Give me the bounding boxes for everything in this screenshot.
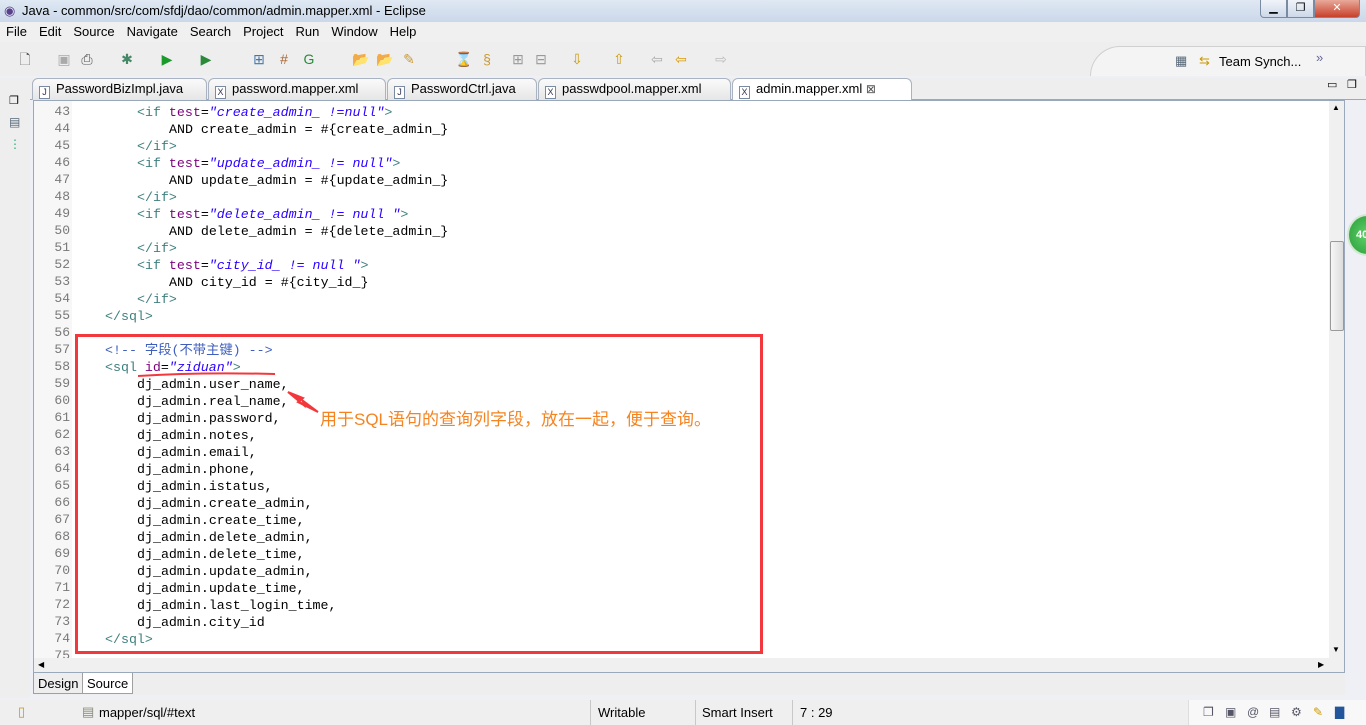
tab-design[interactable]: Design (33, 673, 84, 694)
line-number: 66 (54, 495, 70, 510)
close-button[interactable]: ✕ (1314, 0, 1360, 18)
line-number: 72 (54, 597, 70, 612)
scrollbar-thumb[interactable] (1330, 241, 1344, 331)
perspective-bar: ▦ ⇆ Team Synch... » (1090, 46, 1366, 76)
annotation-note: 用于SQL语句的查询列字段，放在一起，便于查询。 (320, 410, 712, 429)
file-icon: ▤ (82, 704, 95, 719)
line-number: 68 (54, 529, 70, 544)
line-number: 70 (54, 563, 70, 578)
cursor-position: 7 : 29 (800, 705, 833, 720)
close-tab-icon[interactable]: ⊠ (866, 82, 876, 96)
maximize-editor-icon[interactable]: ❐ (1347, 78, 1357, 91)
servers-icon[interactable]: ⚙ (1291, 705, 1302, 719)
xml-path: mapper/sql/#text (99, 705, 196, 720)
line-number: 71 (54, 580, 70, 595)
declaration-icon[interactable]: ▤ (1269, 705, 1280, 719)
tab-source[interactable]: Source (82, 673, 134, 694)
team-sync-icon: ⇆ (1199, 53, 1210, 68)
perspective-overflow[interactable]: » (1316, 50, 1323, 65)
underline-mark (137, 372, 276, 377)
javadoc-icon[interactable]: @ (1247, 705, 1259, 719)
write-mode: Writable (598, 705, 646, 720)
progress-badge[interactable]: 40 (1347, 214, 1366, 256)
scroll-right-icon[interactable]: ▶ (1318, 660, 1324, 669)
trim-icons: ❐ ▣ @ ▤ ⚙ ✎ ▇ (1188, 700, 1366, 725)
status-bar: ▯ ▤ mapper/sql/#text Writable Smart Inse… (0, 700, 1366, 725)
problems-icon[interactable]: ▣ (1225, 705, 1236, 719)
badge-text: 40 (1356, 229, 1366, 241)
annotation-marks (137, 372, 319, 413)
scroll-up-icon[interactable]: ▲ (1332, 103, 1340, 112)
vertical-scrollbar[interactable]: ▲ ▼ (1329, 101, 1344, 658)
arrow-icon (287, 391, 319, 413)
line-number: 65 (54, 478, 70, 493)
line-number: 67 (54, 512, 70, 527)
fast-view-icon[interactable]: ▯ (18, 704, 25, 720)
line-number: 64 (54, 461, 70, 476)
search-view-icon[interactable]: ✎ (1313, 705, 1323, 719)
scroll-down-icon[interactable]: ▼ (1332, 645, 1340, 654)
line-number: 74 (54, 631, 70, 646)
line-number: 73 (54, 614, 70, 629)
restore-button[interactable]: ❐ (1287, 0, 1314, 18)
horizontal-scrollbar[interactable]: ◀ ▶ (34, 658, 1344, 672)
restore-icon[interactable]: ❐ (1203, 705, 1214, 719)
line-number: 69 (54, 546, 70, 561)
team-sync-perspective[interactable]: Team Synch... (1219, 54, 1301, 69)
insert-mode: Smart Insert (702, 705, 773, 720)
console-icon[interactable]: ▇ (1335, 705, 1344, 719)
open-perspective-icon[interactable]: ▦ (1175, 53, 1187, 69)
minimize-editor-icon[interactable]: ▭ (1327, 78, 1337, 91)
editor-mode-tabs: Design Source (33, 673, 1345, 695)
minimize-button[interactable]: ▁ (1260, 0, 1287, 18)
scroll-left-icon[interactable]: ◀ (38, 660, 44, 669)
